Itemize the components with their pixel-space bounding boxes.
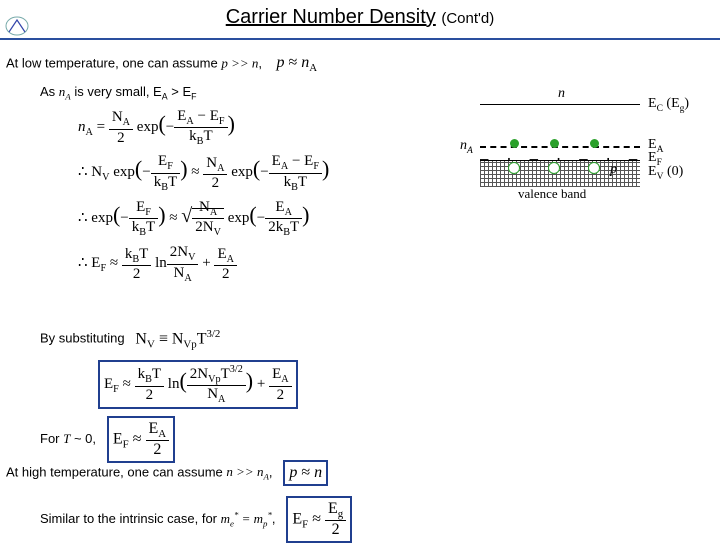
line-t0: For T ~ 0, EF ≈ EA2 [40, 416, 175, 463]
t: is very small, E [74, 84, 161, 99]
acceptor-level-line [480, 146, 640, 148]
eq-step2: ∴ NV exp(−EFkBT) ≈ NA2 exp(−EA − EFkBT) [78, 153, 408, 192]
eq-step4: ∴ EF ≈ kBT2 ln2NVNA + EA2 [78, 244, 408, 283]
eq-p-approx-na: p ≈ nA [276, 54, 317, 74]
band-diagram: n EC (Eg) — · — · — · — · — · — nA p val… [480, 92, 710, 212]
electron-icon [550, 139, 559, 148]
lbl-na: nA [460, 138, 473, 156]
line-similar: Similar to the intrinsic case, for me* =… [40, 496, 352, 543]
pn: p >> n [221, 56, 258, 71]
t: By substituting [40, 331, 125, 346]
lbl-ec: EC (Eg) [648, 96, 689, 114]
page-title: Carrier Number Density (Cont'd) [0, 6, 720, 29]
lbl-valence-band: valence band [518, 186, 586, 202]
txt: At low temperature, one can assume [6, 56, 221, 71]
line-na-small: As nA is very small, EA > EF [40, 84, 197, 102]
eq-nv-def: NV ≡ NVpT3/2 [135, 328, 220, 351]
electron-icon [590, 139, 599, 148]
title-main: Carrier Number Density [226, 6, 436, 28]
boxed-eq-4: EF ≈ Eg2 [286, 496, 352, 543]
slide-header: Carrier Number Density (Cont'd) [0, 0, 720, 40]
boxed-eq-1: EF ≈ kBT2 ln(2NVpT3/2NA) + EA2 [98, 360, 298, 409]
lbl-ev: EV (0) [648, 164, 683, 182]
title-cont: (Cont'd) [441, 10, 494, 27]
equation-block: nA = NA2 exp(−EA − EFkBT) ∴ NV exp(−EFkB… [78, 108, 408, 284]
electron-icon [510, 139, 519, 148]
line-by-sub: By substituting NV ≡ NVpT3/2 [40, 328, 220, 351]
t: At high temperature, one can assume [6, 464, 226, 479]
t: As [40, 84, 59, 99]
boxed-eq-2: EF ≈ EA2 [107, 416, 175, 463]
eq-ef-full: EF ≈ kBT2 ln(2NVpT3/2NA) + EA2 [98, 360, 298, 409]
lbl-p: p [610, 162, 617, 178]
lbl-n: n [558, 86, 565, 102]
hole-icon [508, 162, 520, 174]
eq-na-def: nA = NA2 exp(−EA − EFkBT) [78, 108, 408, 147]
hole-icon [548, 162, 560, 174]
line-low-temp: At low temperature, one can assume p >> … [6, 54, 317, 74]
t: > E [171, 84, 191, 99]
t: Similar to the intrinsic case, for [40, 511, 221, 526]
line-high-temp: At high temperature, one can assume n >>… [6, 460, 328, 486]
boxed-eq-3: p ≈ n [283, 460, 328, 486]
eq-step3: ∴ exp(−EFkBT) ≈ √NA2NV exp(−EA2kBT) [78, 199, 408, 238]
t: For T ~ 0, [40, 431, 96, 446]
conduction-band-line [480, 104, 640, 105]
hole-icon [588, 162, 600, 174]
